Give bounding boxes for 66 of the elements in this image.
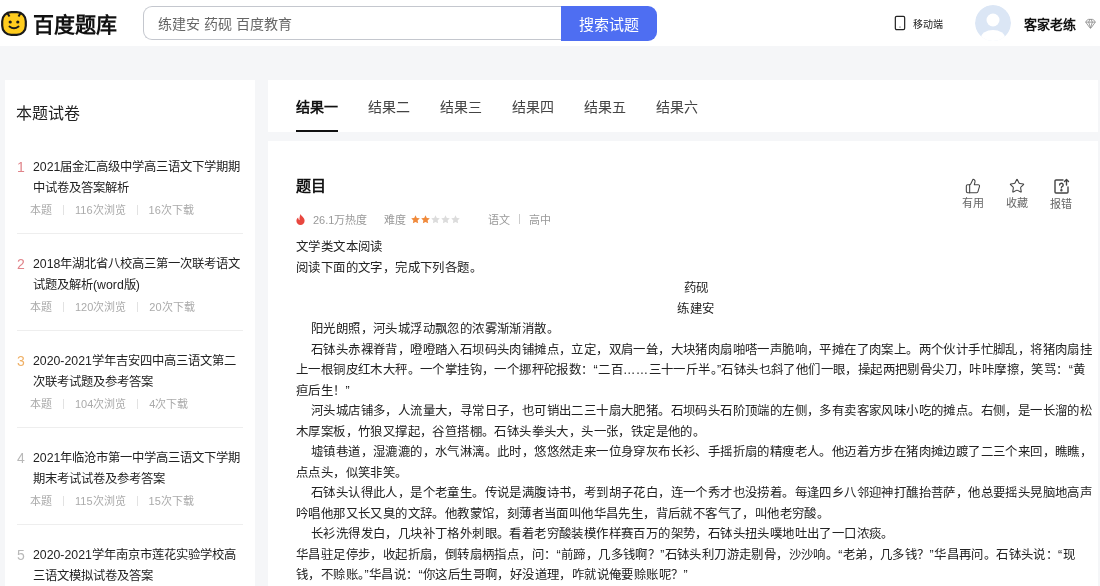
download-count: 4次下载 xyxy=(149,397,189,412)
favorite-button[interactable]: 收藏 xyxy=(1006,178,1028,211)
source-label: 本题 xyxy=(30,494,52,509)
phone-icon xyxy=(892,15,908,31)
question-title: 题目 xyxy=(296,176,326,196)
paragraph: 石钵头认得此人，是个老童生。传说是满腹诗书，考到胡子花白，连一个秀才也没捞着。每逢四乡八邻迎神打醮抬菩萨，他总要摇头晃脑地高声吟唱他那又长又臭的文辞。他教蒙馆，刻薄者当面叫他华昌先生，背后就不客气了，叫他老穷酸。 xyxy=(296,485,1094,523)
paper-title[interactable]: 2020-2021学年南京市莲花实验学校高三语文模拟试卷及答案 xyxy=(33,545,243,586)
result-tab[interactable]: 结果二 xyxy=(368,80,410,132)
text-line: 文学类文本阅读 xyxy=(296,239,384,256)
view-count: 104次浏览 xyxy=(75,397,127,412)
result-tab[interactable]: 结果三 xyxy=(440,80,482,132)
download-count: 15次下载 xyxy=(148,494,194,509)
rank-number: 3 xyxy=(17,352,26,371)
star-icon xyxy=(441,214,451,224)
avatar-icon[interactable] xyxy=(975,5,1011,41)
search-field[interactable]: 练建安 药砚 百度教育 xyxy=(143,6,561,40)
paragraph: 河头城店铺多，人流量大，寻常日子，也可销出二三十扇大肥猪。石坝码头石阶顶端的左侧，多有卖客家风味小吃的摊点。右侧，是一长溜的松木厚案板，竹狼叉撑起，谷笪搭棚。石钵头拳头大，头一张，铁定是他的。 xyxy=(296,403,1094,441)
sidebar-title: 本题试卷 xyxy=(16,104,81,124)
star-icon xyxy=(411,214,421,224)
story-title: 药砚 xyxy=(682,280,710,297)
report-icon xyxy=(1052,178,1070,195)
useful-button[interactable]: 有用 xyxy=(962,178,984,211)
source-label: 本题 xyxy=(30,397,52,412)
grade-label: 高中 xyxy=(529,213,552,227)
subject-label: 语文 xyxy=(488,213,511,227)
source-label: 本题 xyxy=(30,300,52,315)
result-tab[interactable]: 结果五 xyxy=(584,80,626,132)
user-name[interactable]: 客家老练 xyxy=(1024,13,1076,33)
result-tab[interactable]: 结果四 xyxy=(512,80,554,132)
paper-title[interactable]: 2020-2021学年吉安四中高三语文第二次联考试题及参考答案 xyxy=(33,351,243,393)
rank-number: 2 xyxy=(17,255,26,274)
rank-number: 4 xyxy=(17,449,26,468)
star-outline-icon xyxy=(1009,178,1025,194)
thumbs-up-icon xyxy=(965,178,981,194)
star-icon xyxy=(431,214,441,224)
paragraph: 墟镇巷道，湿漉漉的，水气淋漓。此时，悠悠然走来一位身穿灰布长衫、手摇折扇的精瘦老人。他迈着方步在猪肉摊边踱了二三个来回，瞧瞧，点点头，似笑非笑。 xyxy=(296,444,1094,482)
difficulty-label: 难度 xyxy=(384,213,407,227)
logo[interactable]: 百度题库 xyxy=(0,8,117,38)
view-count: 120次浏览 xyxy=(75,300,127,315)
download-count: 16次下载 xyxy=(148,203,194,218)
text-line: 华昌驻足停步，收起折扇，倒转扇柄指点，问：“前蹄，几多钱啊？”石钵头利刀游走剔骨，沙沙响。“老弟，几多钱？”华昌再问。石钵头说：“现钱，不赊账。”华昌说：“你这后生哥啊，好没道理，咋就说俺要赊账呢？” xyxy=(296,546,1077,584)
paragraph: 石钵头赤裸脊背，噔噔踏入石坝码头肉铺摊点，立定，双肩一耸，大块猪肉扇啪嗒一声脆响，平摊在了肉案上。两个伙计手忙脚乱，将猪肉扇挂上一根铜皮红木大秤。一个掌挂钩，一个挪秤砣报数：“二百……三十一斤半。”石钵头乜斜了他们一眼，操起两把剔骨尖刀，咔咔摩擦，笑骂：“黄疸后生！” xyxy=(296,341,1094,400)
paragraph: 长衫洗得发白，几块补丁格外刺眼。看着老穷酸装模作样赛百万的架势，石钵头扭头噗地吐出了一口浓痰。 xyxy=(310,526,895,543)
paragraph: 阳光朗照，河头城浮动飘忽的浓雾渐渐消散。 xyxy=(310,321,560,338)
mobile-link[interactable]: 移动端 xyxy=(892,15,943,31)
gem-icon xyxy=(1085,17,1096,29)
search-button[interactable]: 搜索试题 xyxy=(561,5,657,41)
result-tab[interactable]: 结果六 xyxy=(656,80,698,132)
star-icon xyxy=(421,214,431,224)
rank-number: 5 xyxy=(17,546,26,565)
rank-number: 1 xyxy=(17,158,26,177)
author-name: 练建安 xyxy=(676,300,716,318)
result-tab[interactable]: 结果一 xyxy=(296,80,338,132)
heat-count: 26.1万热度 xyxy=(313,213,368,227)
paper-title[interactable]: 2021届金汇高级中学高三语文下学期期中试卷及答案解析 xyxy=(33,157,243,199)
report-button[interactable]: 报错 xyxy=(1050,178,1072,211)
mascot-icon xyxy=(1,10,27,36)
paper-title[interactable]: 2018年湖北省八校高三第一次联考语文试题及解析(word版) xyxy=(33,254,243,296)
source-label: 本题 xyxy=(30,203,52,218)
flame-icon xyxy=(296,213,305,225)
view-count: 116次浏览 xyxy=(75,203,126,218)
text-line: 阅读下面的文字，完成下列各题。 xyxy=(296,259,483,277)
download-count: 20次下载 xyxy=(149,300,195,315)
star-icon xyxy=(451,214,461,224)
view-count: 115次浏览 xyxy=(75,494,126,509)
paper-title[interactable]: 2021年临沧市第一中学高三语文下学期期末考试试卷及参考答案 xyxy=(33,448,243,490)
